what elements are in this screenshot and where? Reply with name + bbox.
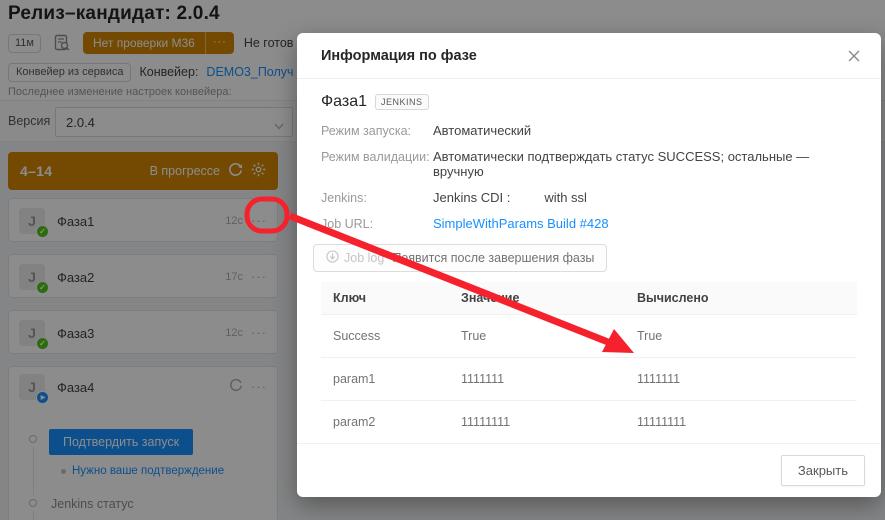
field-jenkins: Jenkins: Jenkins CDI :with ssl <box>321 190 857 205</box>
field-launch-mode: Режим запуска: Автоматический <box>321 123 857 138</box>
col-key: Ключ <box>321 282 449 315</box>
table-row: SuccessTrueTrue <box>321 315 857 358</box>
field-validation-mode: Режим валидации: Автоматически подтвержд… <box>321 149 857 179</box>
close-icon[interactable] <box>845 47 863 65</box>
job-url-link[interactable]: SimpleWithParams Build #428 <box>433 216 609 231</box>
job-log-button[interactable]: Job log Появится после завершения фазы <box>313 244 607 272</box>
table-row: param111111111111111 <box>321 358 857 401</box>
col-computed: Вычислено <box>625 282 857 315</box>
col-value: Значение <box>449 282 625 315</box>
job-log-hint: Появится после завершения фазы <box>392 251 594 265</box>
modal-title: Информация по фазе <box>321 48 477 64</box>
modal-phase-name: Фаза1 <box>321 93 367 111</box>
close-button[interactable]: Закрыть <box>781 455 865 486</box>
field-job-url: Job URL: SimpleWithParams Build #428 <box>321 216 857 231</box>
params-table: Ключ Значение Вычислено SuccessTrueTrue … <box>321 282 857 444</box>
jenkins-tag: JENKINS <box>375 94 429 110</box>
job-log-icon <box>326 250 339 266</box>
phase-info-modal: Информация по фазе Фаза1 JENKINS Режим з… <box>297 33 881 497</box>
table-row: param21111111111111111 <box>321 401 857 444</box>
